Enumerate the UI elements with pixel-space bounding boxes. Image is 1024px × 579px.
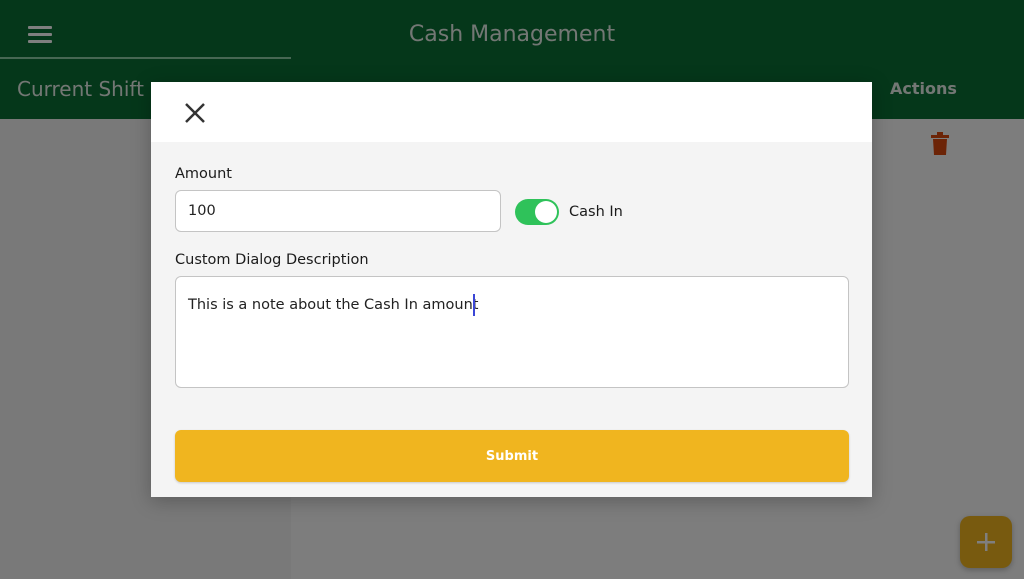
description-textarea[interactable]: This is a note about the Cash In amount <box>175 276 849 388</box>
amount-label: Amount <box>175 166 232 182</box>
toggle-knob <box>535 201 557 223</box>
cash-dialog: Amount Cash In Custom Dialog Description… <box>151 82 872 497</box>
close-icon[interactable] <box>181 99 209 127</box>
cash-management-app: Cash Management Current Shift Actions <box>0 0 1024 579</box>
cash-in-toggle-label: Cash In <box>569 204 623 220</box>
cash-in-toggle[interactable] <box>515 199 559 225</box>
dialog-header <box>151 82 872 142</box>
amount-input[interactable] <box>175 190 501 232</box>
text-caret <box>473 294 475 316</box>
submit-button[interactable]: Submit <box>175 430 849 482</box>
description-label: Custom Dialog Description <box>175 252 369 268</box>
